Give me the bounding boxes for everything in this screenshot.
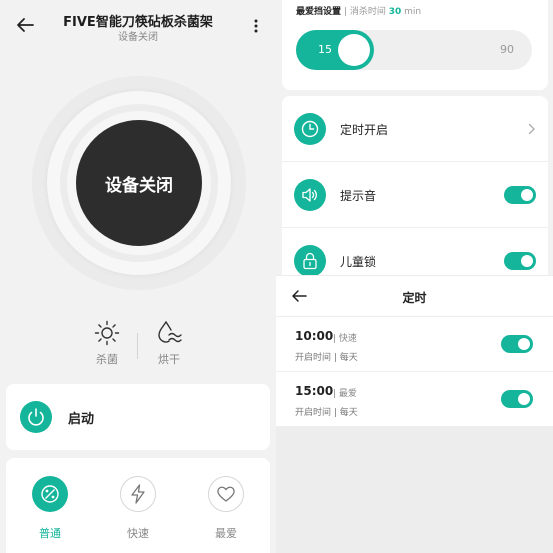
- timer-list: 10:00 | 快速 开启时间 | 每天 15:00 | 最爱 开启时间 | 每…: [276, 317, 553, 427]
- timer-item[interactable]: 15:00 | 最爱 开启时间 | 每天: [276, 372, 553, 427]
- slider-min-value: 15: [318, 43, 332, 56]
- favorite-settings-card: 最爱挡设置 | 消杀时间 30 min 15 90: [282, 0, 548, 90]
- row-divider: [276, 426, 553, 427]
- settings-screen: 最爱挡设置 | 消杀时间 30 min 15 90 定时开启 提示音 儿童锁: [276, 0, 553, 275]
- lock-icon: [294, 245, 326, 275]
- mode-normal[interactable]: 普通: [20, 476, 80, 541]
- start-button[interactable]: 启动: [6, 384, 270, 450]
- feature-sterilize: 杀菌: [82, 320, 132, 367]
- slider-handle[interactable]: [338, 34, 370, 66]
- back-arrow-icon[interactable]: [14, 14, 36, 36]
- timer-item[interactable]: 10:00 | 快速 开启时间 | 每天: [276, 317, 553, 372]
- settings-row-label: 儿童锁: [340, 255, 377, 269]
- timer-tag: | 快速: [333, 334, 357, 344]
- lightning-icon: [120, 476, 156, 512]
- settings-row-sound: 提示音: [282, 162, 548, 228]
- timer-mode: 快速: [338, 334, 357, 344]
- settings-row-child-lock: 儿童锁: [282, 228, 548, 275]
- device-status: 设备关闭: [118, 32, 158, 43]
- clock-icon: [294, 113, 326, 145]
- child-lock-toggle[interactable]: [504, 252, 536, 270]
- device-power-button[interactable]: 设备关闭: [76, 120, 202, 246]
- timer-desc: 开启时间 | 每天: [295, 353, 358, 363]
- timer-header: 定时: [276, 276, 553, 316]
- mode-selector: 普通 快速 最爱: [6, 458, 270, 553]
- duration-unit: min: [404, 7, 422, 17]
- sun-icon: [94, 320, 120, 346]
- mode-favorite[interactable]: 最爱: [196, 476, 256, 541]
- timer-title: 定时: [402, 291, 427, 305]
- settings-list: 定时开启 提示音 儿童锁: [282, 96, 548, 275]
- timer-toggle[interactable]: [501, 335, 533, 353]
- sound-toggle[interactable]: [504, 186, 536, 204]
- chevron-right-icon: [528, 123, 535, 135]
- duration-value: 30: [388, 7, 402, 17]
- feature-dry: 烘干: [144, 320, 194, 367]
- settings-row-timer[interactable]: 定时开启: [282, 96, 548, 162]
- timer-time: 10:00: [295, 329, 334, 343]
- duration-label: 消杀时间: [349, 7, 386, 17]
- timer-tag: | 最爱: [333, 389, 357, 399]
- start-label: 启动: [68, 412, 95, 427]
- speaker-icon: [294, 179, 326, 211]
- mode-label: 最爱: [215, 527, 237, 540]
- timer-toggle[interactable]: [501, 390, 533, 408]
- duration-slider[interactable]: 15 90: [296, 30, 532, 70]
- device-main-screen: FIVE智能刀筷砧板杀菌架 设备关闭 设备关闭 杀菌 烘干 启动 普通 快速 最…: [0, 0, 276, 553]
- favorite-title: 最爱挡设置: [296, 7, 342, 17]
- more-menu-icon[interactable]: [250, 16, 262, 36]
- drying-icon: [158, 321, 182, 343]
- mode-fast[interactable]: 快速: [108, 476, 168, 541]
- feature-label: 杀菌: [96, 353, 118, 366]
- timer-desc: 开启时间 | 每天: [295, 408, 358, 418]
- timer-screen: 定时 10:00 | 快速 开启时间 | 每天 15:00 | 最爱 开启时间 …: [276, 276, 553, 553]
- mode-label: 普通: [39, 527, 61, 540]
- heart-icon: [208, 476, 244, 512]
- mode-label: 快速: [127, 527, 149, 540]
- feature-label: 烘干: [158, 353, 180, 366]
- feature-divider: [137, 333, 138, 359]
- settings-row-label: 提示音: [340, 189, 377, 203]
- slider-max-value: 90: [500, 43, 514, 56]
- timer-mode: 最爱: [338, 389, 357, 399]
- timer-time: 15:00: [295, 384, 334, 398]
- favorite-info: 最爱挡设置 | 消杀时间 30 min: [296, 4, 421, 17]
- power-icon: [20, 401, 52, 433]
- info-separator: |: [343, 7, 347, 17]
- power-button-label: 设备关闭: [105, 175, 173, 196]
- settings-row-label: 定时开启: [340, 123, 389, 137]
- normal-mode-icon: [32, 476, 68, 512]
